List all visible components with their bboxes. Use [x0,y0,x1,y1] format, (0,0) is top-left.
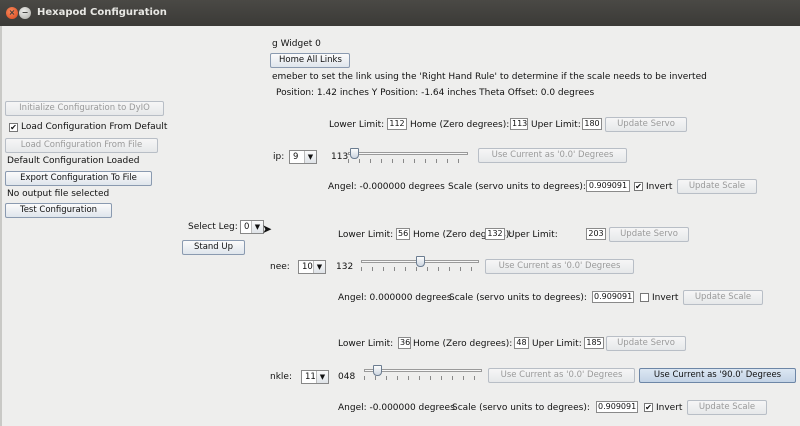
servo-slider[interactable] [364,365,482,385]
channel-value: 10 [302,262,313,272]
scale-field[interactable]: 0.909091 [596,401,638,413]
slider-thumb[interactable] [350,148,359,159]
slider-value-label: 113 [331,152,349,162]
invert-checkbox[interactable] [640,293,649,302]
invert-label: Invert [646,182,673,192]
close-window-icon[interactable]: × [6,7,18,19]
invert-checkbox[interactable]: ✔ [644,403,653,412]
load-default-label: Load Configuration From Default [21,122,168,132]
channel-combo[interactable]: 9 ▼ [289,150,317,164]
channel-value: 11 [305,372,316,382]
slider-thumb[interactable] [373,365,382,376]
slider-ticks [348,159,468,163]
lower-limit-field[interactable]: 36 [398,337,411,349]
upper-limit-label: Uper Limit: [508,230,558,240]
window-titlebar: × − Hexapod Configuration [0,0,800,26]
lower-limit-field[interactable]: 112 [387,118,407,130]
slider-ticks [364,376,482,380]
scale-field[interactable]: 0.909091 [586,180,630,192]
update-servo-button[interactable]: Update Servo [605,117,687,132]
link-name-label: nkle: [270,372,292,382]
slider-value-label: 048 [338,372,356,382]
home-field[interactable]: 48 [514,337,529,349]
rule-reminder-text: emeber to set the link using the 'Right … [272,72,707,82]
mouse-cursor-icon: ➤ [262,222,273,236]
home-label: Home (Zero degrees): [410,120,510,130]
load-file-button[interactable]: Load Configuration From File [5,138,158,153]
scale-label: Scale (servo units to degrees): [448,182,586,192]
invert-label: Invert [656,403,683,413]
slider-ticks [361,267,479,271]
lower-limit-label: Lower Limit: [329,120,385,130]
home-label: Home (Zero degrees): [413,339,513,349]
initialize-dyio-button[interactable]: Initialize Configuration to DyIO [5,101,164,116]
stand-up-button[interactable]: Stand Up [182,240,245,255]
update-scale-button[interactable]: Update Scale [687,400,767,415]
upper-limit-label: Uper Limit: [532,339,582,349]
select-leg-value: 0 [244,222,250,232]
invert-checkbox[interactable]: ✔ [634,182,643,191]
update-servo-button[interactable]: Update Servo [609,227,689,242]
chevron-down-icon: ▼ [304,151,316,163]
upper-limit-field[interactable]: 180 [582,118,602,130]
update-scale-button[interactable]: Update Scale [677,179,757,194]
main-panel: Initialize Configuration to DyIO ✔ Load … [0,26,800,426]
use-current-zero-button[interactable]: Use Current as '0.0' Degrees [488,368,635,383]
chevron-down-icon: ▼ [313,261,325,273]
upper-limit-field[interactable]: 185 [584,337,604,349]
default-status-text: Default Configuration Loaded [7,156,140,166]
slider-track [348,152,468,155]
servo-slider[interactable] [361,256,479,276]
update-servo-button[interactable]: Update Servo [606,336,686,351]
minimize-window-icon[interactable]: − [19,7,31,19]
lower-limit-label: Lower Limit: [338,230,394,240]
link-name-label: nee: [270,262,290,272]
upper-limit-label: Uper Limit: [531,120,581,130]
use-current-zero-button[interactable]: Use Current as '0.0' Degrees [478,148,627,163]
scale-label: Scale (servo units to degrees): [452,403,590,413]
load-default-checkbox[interactable]: ✔ [9,123,18,132]
home-field[interactable]: 132 [485,228,505,240]
link-name-label: ip: [273,152,285,162]
channel-combo[interactable]: 10 ▼ [298,260,326,274]
lower-limit-label: Lower Limit: [338,339,394,349]
chevron-down-icon: ▼ [316,371,328,383]
angle-readout: Angel: -0.000000 degrees [338,403,455,413]
window-title: Hexapod Configuration [37,7,167,18]
use-current-ninety-button[interactable]: Use Current as '90.0' Degrees [639,368,796,383]
upper-limit-field[interactable]: 203 [586,228,606,240]
widget-title: g Widget 0 [272,39,321,49]
position-readout: Position: 1.42 inches Y Position: -1.64 … [276,88,595,98]
angle-readout: Angel: 0.000000 degrees [338,293,452,303]
use-current-zero-button[interactable]: Use Current as '0.0' Degrees [485,259,634,274]
servo-slider[interactable] [348,148,468,168]
scale-label: Scale (servo units to degrees): [449,293,587,303]
output-status-text: No output file selected [7,189,110,199]
channel-value: 9 [293,152,299,162]
select-leg-label: Select Leg: [188,222,238,232]
home-field[interactable]: 113 [510,118,528,130]
lower-limit-field[interactable]: 56 [396,228,410,240]
angle-readout: Angel: -0.000000 degrees [328,182,445,192]
update-scale-button[interactable]: Update Scale [683,290,763,305]
test-configuration-button[interactable]: Test Configuration [5,203,112,218]
slider-value-label: 132 [336,262,354,272]
channel-combo[interactable]: 11 ▼ [301,370,329,384]
export-file-button[interactable]: Export Configuration To File [5,171,152,186]
select-leg-combo[interactable]: 0 ▼ [240,220,264,234]
scale-field[interactable]: 0.909091 [592,291,634,303]
slider-thumb[interactable] [416,256,425,267]
home-all-links-button[interactable]: Home All Links [270,53,350,68]
invert-label: Invert [652,293,679,303]
